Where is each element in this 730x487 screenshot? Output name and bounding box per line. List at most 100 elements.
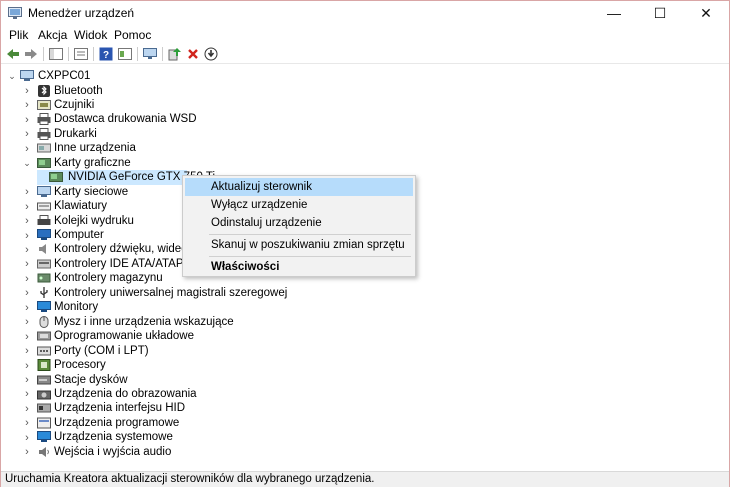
tree-category-item[interactable]: ⌄ Karty graficzne — [1, 156, 501, 171]
device-manager-icon — [8, 7, 22, 19]
hid-icon — [37, 403, 51, 413]
forward-button[interactable] — [23, 46, 39, 62]
menu-bar: Plik Akcja Widok Pomoc — [1, 25, 729, 44]
expand-chevron-icon[interactable]: › — [22, 242, 32, 257]
tree-category-item[interactable]: › Oprogramowanie układowe — [1, 329, 501, 344]
monitor-icon — [37, 301, 51, 313]
list-view-button[interactable] — [73, 46, 89, 62]
tree-category-item[interactable]: › Porty (COM i LPT) — [1, 344, 501, 359]
expand-chevron-icon[interactable]: › — [22, 445, 32, 460]
printer-icon — [37, 127, 51, 140]
context-separator — [209, 234, 411, 235]
menu-view[interactable]: Widok — [74, 28, 107, 42]
status-bar: Uruchamia Kreatora aktualizacji sterowni… — [1, 471, 729, 487]
expand-chevron-icon[interactable]: › — [22, 358, 32, 373]
expand-chevron-icon[interactable]: › — [22, 300, 32, 315]
title-bar[interactable]: Menedżer urządzeń — ☐ ✕ — [1, 1, 729, 25]
display-adapter-icon — [49, 172, 63, 183]
scan-hardware-button[interactable] — [142, 46, 158, 62]
tree-category-item[interactable]: › Urządzenia programowe — [1, 416, 501, 431]
menu-help[interactable]: Pomoc — [114, 28, 151, 42]
tree-category-item[interactable]: › Stacje dysków — [1, 373, 501, 388]
context-scan-hardware[interactable]: Skanuj w poszukiwaniu zmian sprzętu — [185, 236, 413, 254]
context-update-driver[interactable]: Aktualizuj sterownik — [185, 178, 413, 196]
maximize-button[interactable]: ☐ — [637, 1, 683, 25]
tree-category-item[interactable]: › Dostawca drukowania WSD — [1, 112, 501, 127]
port-icon — [37, 346, 51, 356]
expand-chevron-icon[interactable]: › — [22, 127, 32, 142]
disable-device-button[interactable] — [203, 46, 219, 62]
monitor-scan-icon — [143, 48, 157, 59]
context-menu: Aktualizuj sterownik Wyłącz urządzenie O… — [182, 175, 416, 277]
tree-item-label: Urządzenia interfejsu HID — [54, 402, 186, 415]
tree-category-item[interactable]: › Urządzenia systemowe — [1, 430, 501, 445]
tree-item-label: Procesory — [54, 359, 106, 372]
properties-icon — [118, 48, 132, 60]
back-button[interactable] — [5, 46, 21, 62]
tree-category-item[interactable]: › Monitory — [1, 300, 501, 315]
context-disable-device[interactable]: Wyłącz urządzenie — [185, 196, 413, 214]
expand-chevron-icon[interactable]: › — [22, 141, 32, 156]
expand-chevron-icon[interactable]: › — [22, 373, 32, 388]
expand-chevron-icon[interactable]: › — [22, 344, 32, 359]
context-properties[interactable]: Właściwości — [185, 258, 413, 276]
context-uninstall-device[interactable]: Odinstaluj urządzenie — [185, 214, 413, 232]
collapse-chevron-icon[interactable]: ⌄ — [22, 156, 32, 171]
show-hide-tree-button[interactable] — [48, 46, 64, 62]
help-icon: ? — [99, 47, 113, 61]
tree-category-item[interactable]: › Bluetooth — [1, 84, 501, 99]
expand-chevron-icon[interactable]: › — [22, 199, 32, 214]
toolbar-separator — [93, 47, 94, 61]
tree-item-label: Kontrolery uniwersalnej magistrali szere… — [54, 286, 288, 299]
tree-item-label: Monitory — [54, 301, 99, 314]
printer-icon — [37, 113, 51, 126]
expand-chevron-icon[interactable]: › — [22, 112, 32, 127]
maximize-icon: ☐ — [653, 4, 667, 21]
tree-root[interactable]: ⌄ CXPPC01 — [1, 69, 301, 84]
expand-chevron-icon[interactable]: › — [22, 98, 32, 113]
expand-chevron-icon[interactable]: › — [22, 286, 32, 301]
expand-chevron-icon[interactable]: › — [22, 401, 32, 416]
menu-file[interactable]: Plik — [9, 28, 28, 42]
tree-category-item[interactable]: › Czujniki — [1, 98, 501, 113]
expand-chevron-icon[interactable]: › — [22, 214, 32, 229]
tree-item-label: Porty (COM i LPT) — [54, 344, 149, 357]
tree-category-item[interactable]: › Kontrolery uniwersalnej magistrali szer… — [1, 286, 501, 301]
update-driver-icon — [168, 48, 181, 61]
tree-item-label: Karty graficzne — [54, 156, 131, 169]
menu-action[interactable]: Akcja — [38, 28, 67, 42]
expand-chevron-icon[interactable]: › — [22, 271, 32, 286]
expand-chevron-icon[interactable]: › — [22, 387, 32, 402]
expand-chevron-icon[interactable]: › — [22, 315, 32, 330]
minimize-button[interactable]: — — [591, 1, 637, 25]
tree-category-item[interactable]: › Inne urządzenia — [1, 141, 501, 156]
download-circle-icon — [204, 47, 218, 61]
expand-chevron-icon[interactable]: › — [22, 257, 32, 272]
expand-chevron-icon[interactable]: › — [22, 416, 32, 431]
tree-item-label: Drukarki — [54, 127, 97, 140]
properties-button[interactable] — [117, 46, 133, 62]
expand-chevron-icon[interactable]: › — [22, 185, 32, 200]
expand-chevron-icon[interactable]: › — [22, 228, 32, 243]
tree-category-item[interactable]: › Urządzenia do obrazowania — [1, 387, 501, 402]
tree-category-item[interactable]: › Procesory — [1, 358, 501, 373]
expand-chevron-icon[interactable]: › — [22, 430, 32, 445]
tree-item-label: Oprogramowanie układowe — [54, 330, 194, 343]
expand-chevron-icon[interactable]: › — [22, 84, 32, 99]
close-button[interactable]: ✕ — [683, 1, 729, 25]
expand-chevron-icon[interactable]: › — [22, 329, 32, 344]
tree-item-label: Czujniki — [54, 98, 95, 111]
help-button[interactable]: ? — [98, 46, 114, 62]
tree-item-label: Karty sieciowe — [54, 185, 129, 198]
ide-icon — [37, 259, 51, 269]
storage-icon — [37, 273, 51, 283]
speaker-icon — [39, 244, 46, 255]
update-driver-button[interactable] — [167, 46, 183, 62]
tree-category-item[interactable]: › Drukarki — [1, 127, 501, 142]
disk-icon — [37, 375, 51, 384]
uninstall-button[interactable] — [185, 46, 201, 62]
tree-category-item[interactable]: › Wejścia i wyjścia audio — [1, 445, 501, 460]
tree-category-item[interactable]: › Mysz i inne urządzenia wskazujące — [1, 315, 501, 330]
tree-category-item[interactable]: › Urządzenia interfejsu HID — [1, 401, 501, 416]
collapse-chevron-icon[interactable]: ⌄ — [7, 69, 17, 84]
